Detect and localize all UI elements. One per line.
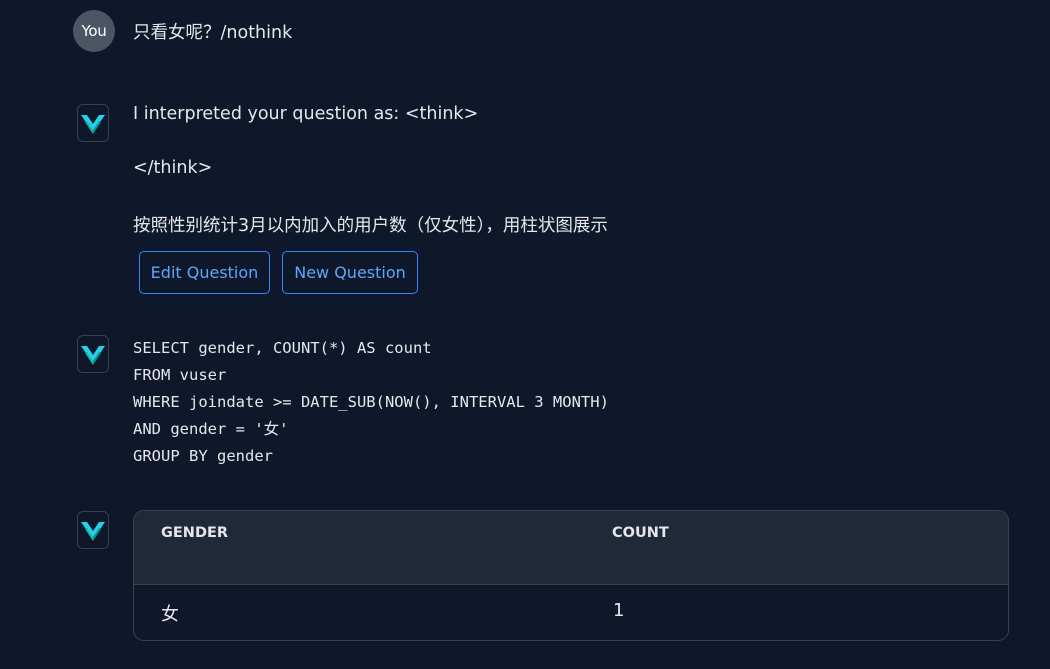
vanna-logo-icon <box>81 115 105 134</box>
result-table: GENDER COUNT 女 1 <box>133 510 1009 641</box>
user-avatar: You <box>73 10 115 52</box>
bot-avatar <box>77 335 109 373</box>
table-header: GENDER COUNT <box>134 511 1008 585</box>
table-cell-gender: 女 <box>161 604 179 625</box>
bot-avatar <box>77 511 109 549</box>
interpretation-question: 按照性别统计3月以内加入的用户数（仅女性），用柱状图展示 <box>133 216 608 236</box>
vanna-logo-icon <box>81 346 105 365</box>
table-cell-count: 1 <box>613 600 625 621</box>
vanna-logo-icon <box>81 522 105 541</box>
user-avatar-label: You <box>81 22 107 40</box>
sql-line: AND gender = '女' <box>133 420 289 438</box>
sql-line: GROUP BY gender <box>133 447 273 465</box>
edit-question-button[interactable]: Edit Question <box>139 251 270 294</box>
sql-line: FROM vuser <box>133 366 227 384</box>
user-message-text: 只看女呢？/nothink <box>133 23 293 43</box>
bot-avatar <box>77 104 109 142</box>
column-header-gender[interactable]: GENDER <box>161 525 228 541</box>
sql-code-block: SELECT gender, COUNT(*) AS count FROM vus… <box>133 335 609 470</box>
new-question-button[interactable]: New Question <box>282 251 418 294</box>
interpretation-line-2: </think> <box>133 158 213 178</box>
sql-line: WHERE joindate >= DATE_SUB(NOW(), INTERV… <box>133 393 609 411</box>
interpretation-line-1: I interpreted your question as: <think> <box>133 104 479 124</box>
column-header-count[interactable]: COUNT <box>612 525 669 541</box>
sql-line: SELECT gender, COUNT(*) AS count <box>133 339 432 357</box>
table-row: 女 1 <box>134 585 1008 640</box>
chat-container: You 只看女呢？/nothink I interpreted your que… <box>0 0 1050 669</box>
